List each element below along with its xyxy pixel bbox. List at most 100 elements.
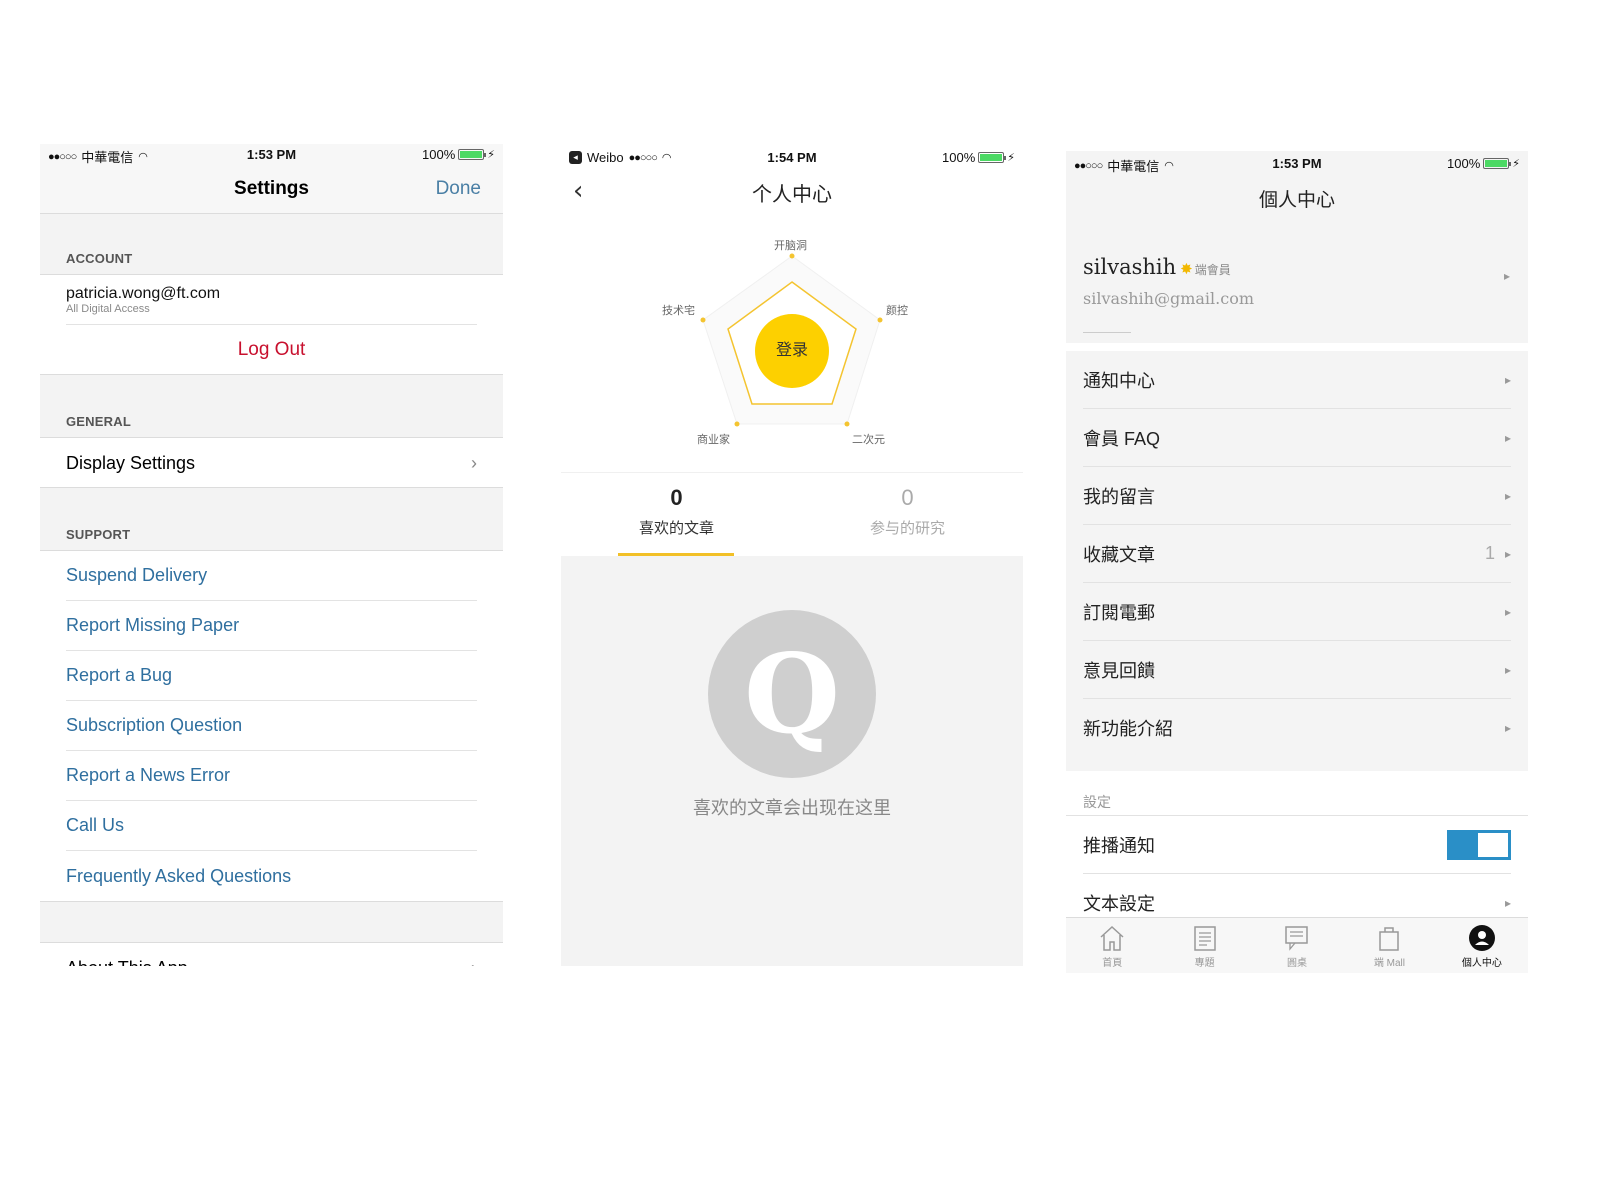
tab-liked-articles[interactable]: 0 喜欢的文章 [561,473,792,538]
page-title: 个人中心 [752,184,832,206]
research-count: 0 [901,485,914,510]
about-app-row[interactable]: About This App › [66,943,477,967]
menu-item-notifications[interactable]: 通知中心 ▸ [1083,351,1511,409]
support-item-report-missing-paper[interactable]: Report Missing Paper [66,601,477,651]
page-title: 個人中心 [1258,189,1335,211]
menu-item-saved-articles[interactable]: 收藏文章 1 ▸ [1083,525,1511,583]
saved-count: 1 [1484,543,1495,563]
done-button[interactable]: Done [436,178,481,200]
radar-point [789,253,795,259]
battery-percent: 100% [1447,156,1481,171]
account-email: patricia.wong@ft.com [66,284,221,302]
status-bar: ●●○○○ 中華電信 ◠ 1:53 PM 100% ⚡ [1066,153,1528,175]
menu-item-my-comments[interactable]: 我的留言 ▸ [1083,467,1511,525]
weibo-profile-screen: ◂ Weibo ●●○○○ ◠ 1:54 PM 100% ⚡ ‹ 个人中心 开脑… [561,144,1023,966]
empty-state: Q 喜欢的文章会出现在这里 [561,556,1023,966]
charging-icon: ⚡ [1007,152,1015,164]
stats-tabs: 0 喜欢的文章 0 参与的研究 [561,472,1023,556]
support-item-report-bug[interactable]: Report a Bug [66,651,477,701]
user-email: silvashih@gmail.com [1083,289,1254,308]
support-item-suspend-delivery[interactable]: Suspend Delivery [66,551,477,601]
tab-member-center[interactable]: 個人中心 [1436,918,1528,973]
nav-bar: ‹ 个人中心 [561,168,1023,214]
menu-item-feedback[interactable]: 意見回饋 ▸ [1083,641,1511,699]
radar-label-tech: 技术宅 [662,305,695,317]
display-settings-row[interactable]: Display Settings › [66,438,477,488]
ft-settings-screen: ●●○○○ 中華電信 ◠ 1:53 PM 100% ⚡ Settings Don… [40,144,503,966]
account-subscription: All Digital Access [66,302,150,315]
battery-icon [978,152,1007,163]
liked-count: 0 [670,485,683,510]
nav-bar: Settings Done [40,166,503,214]
tab-roundtable[interactable]: 圓桌 [1251,918,1343,973]
radar-point [877,317,883,323]
display-settings-label: Display Settings [66,452,196,473]
status-bar: ●●○○○ 中華電信 ◠ 1:53 PM 100% ⚡ [40,144,503,166]
chevron-right-icon: › [471,452,477,473]
tab-joined-research[interactable]: 0 参与的研究 [792,473,1023,538]
chevron-right-icon: ▸ [1504,721,1511,735]
push-notification-toggle[interactable] [1447,830,1511,860]
star-icon: ✸ [1180,260,1193,278]
support-item-report-news-error[interactable]: Report a News Error [66,751,477,801]
radar-point [700,317,706,323]
bottom-tab-bar: 首頁 專題 圓桌 端 Mall 個人中心 [1066,917,1528,973]
charging-icon: ⚡ [1512,158,1520,170]
chevron-right-icon: ▸ [1504,604,1511,619]
chevron-right-icon: ▸ [1504,430,1511,445]
chevron-right-icon: ▸ [1504,372,1511,387]
settings-section-header: 設定 [1083,795,1111,811]
chevron-right-icon: ▸ [1504,546,1511,561]
chevron-right-icon: ▸ [1504,896,1511,910]
menu-item-label: 通知中心 [1083,370,1155,391]
support-item-call-us[interactable]: Call Us [66,801,477,851]
tab-topics[interactable]: 專題 [1158,918,1250,973]
support-section-header: SUPPORT [66,527,131,542]
radar-label-acg: 二次元 [852,434,885,446]
about-group: About This App › [40,942,503,966]
empty-message: 喜欢的文章会出现在这里 [693,798,891,818]
radar-label-business: 商业家 [697,434,730,446]
tab-label: 端 Mall [1373,958,1405,969]
account-row: patricia.wong@ft.com All Digital Access [66,275,477,325]
home-icon [1066,918,1158,952]
menu-item-faq[interactable]: 會員 FAQ ▸ [1083,409,1511,467]
menu-item-label: 會員 FAQ [1083,428,1161,449]
push-notification-label: 推播通知 [1083,835,1155,856]
radar-label-looks: 颜控 [886,305,908,317]
tab-label: 首頁 [1102,958,1123,969]
research-label: 参与的研究 [869,520,945,537]
q-logo-icon: Q [708,610,876,778]
login-button[interactable]: 登录 [755,314,829,388]
user-name-line: silvashih ✸ 端會員 [1083,255,1231,279]
account-group: patricia.wong@ft.com All Digital Access … [40,274,503,375]
support-item-faq[interactable]: Frequently Asked Questions [66,851,477,901]
profile-header [1066,151,1528,343]
member-menu: 通知中心 ▸ 會員 FAQ ▸ 我的留言 ▸ 收藏文章 1 ▸ 訂閱電郵 ▸ 意… [1066,351,1528,771]
menu-item-label: 意見回饋 [1083,660,1155,681]
tab-label: 圓桌 [1287,958,1308,969]
support-group: Suspend Delivery Report Missing Paper Re… [40,550,503,902]
tab-home[interactable]: 首頁 [1066,918,1158,973]
charging-icon: ⚡ [487,149,495,161]
logout-button[interactable]: Log Out [66,325,477,375]
support-item-subscription-question[interactable]: Subscription Question [66,701,477,751]
tab-mall[interactable]: 端 Mall [1343,918,1435,973]
menu-item-label: 訂閱電郵 [1083,602,1155,623]
battery-icon [458,149,487,160]
radar-label-open-mind: 开脑洞 [774,240,807,252]
divider [1083,332,1131,333]
chevron-right-icon: › [471,958,477,967]
newspaper-icon [1158,918,1250,952]
menu-item-label: 新功能介紹 [1083,719,1173,739]
menu-item-whats-new[interactable]: 新功能介紹 ▸ [1083,699,1511,757]
push-notification-row: 推播通知 [1083,816,1511,874]
member-center-screen: ●●○○○ 中華電信 ◠ 1:53 PM 100% ⚡ 個人中心 silvash… [1066,151,1528,973]
chevron-right-icon: ▸ [1504,662,1511,677]
liked-label: 喜欢的文章 [638,520,714,537]
account-section-header: ACCOUNT [66,251,133,266]
menu-item-newsletter[interactable]: 訂閱電郵 ▸ [1083,583,1511,641]
radar-point [844,421,850,427]
status-bar: ◂ Weibo ●●○○○ ◠ 1:54 PM 100% ⚡ [561,147,1023,169]
radar-point [734,421,740,427]
